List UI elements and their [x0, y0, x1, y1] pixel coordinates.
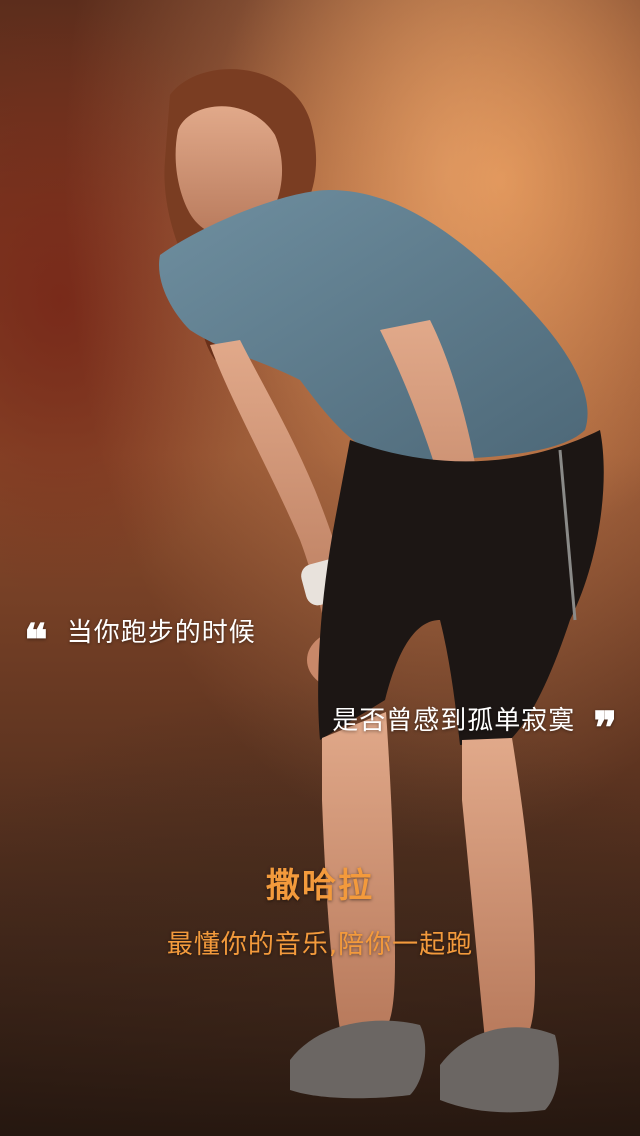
runner-photo [0, 0, 640, 1136]
brand-slogan: 最懂你的音乐,陪你一起跑 [166, 930, 474, 960]
close-quote-icon: ❞ [593, 703, 618, 754]
open-quote-icon: ❝ [24, 615, 49, 666]
quote-line-2: 是否曾感到孤单寂寞 ❞ [332, 700, 618, 754]
brand-name: 撒哈拉 [266, 866, 374, 906]
quote-line-1: ❝ 当你跑步的时候 [24, 612, 256, 666]
splash-screen: ❝ 当你跑步的时候 是否曾感到孤单寂寞 ❞ 撒哈拉 最懂你的音乐,陪你一起跑 [0, 0, 640, 1136]
quote-line-1-text: 当你跑步的时候 [66, 618, 256, 648]
quote-line-2-text: 是否曾感到孤单寂寞 [332, 706, 576, 736]
